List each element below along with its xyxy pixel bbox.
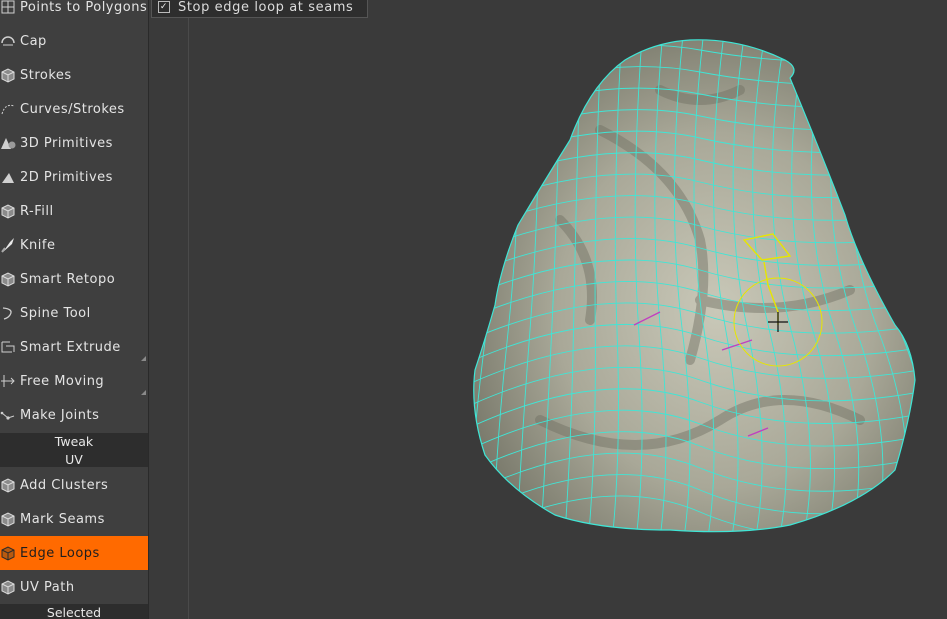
tool-mark-seams[interactable]: Mark Seams [0, 502, 148, 536]
tool-make-joints[interactable]: Make Joints [0, 398, 148, 432]
cube-grid-icon [0, 271, 16, 287]
tool-smart-retopo[interactable]: Smart Retopo [0, 262, 148, 296]
tool-label: Points to Polygons [20, 0, 148, 15]
tool-label: Edge Loops [20, 545, 100, 561]
tool-label: 2D Primitives [20, 169, 113, 185]
move-arrows-icon [0, 373, 16, 389]
tool-label: 3D Primitives [20, 135, 113, 151]
tool-free-moving[interactable]: Free Moving [0, 364, 148, 398]
tool-label: Knife [20, 237, 56, 253]
tool-uv-path[interactable]: UV Path [0, 570, 148, 604]
cube-grid-icon [0, 579, 16, 595]
tool-label: Add Clusters [20, 477, 109, 493]
tool-r-fill[interactable]: R-Fill [0, 194, 148, 228]
tool-strokes[interactable]: Strokes [0, 58, 148, 92]
tool-label: Smart Extrude [20, 339, 121, 355]
tool-label: Cap [20, 33, 47, 49]
tool-label: Curves/Strokes [20, 101, 125, 117]
primitives-2d-icon [0, 169, 16, 185]
tool-edge-loops[interactable]: Edge Loops [0, 536, 148, 570]
section-tweak-label: Tweak [54, 434, 94, 449]
tool-curves-strokes[interactable]: Curves/Strokes [0, 92, 148, 126]
section-selected-label: Selected [46, 605, 102, 619]
extrude-icon [0, 339, 16, 355]
polygon-grid-icon [0, 0, 16, 15]
tool-points-to-polygons[interactable]: Points to Polygons [0, 0, 148, 24]
cap-icon [0, 33, 16, 49]
knife-icon [0, 237, 16, 253]
tool-label: Strokes [20, 67, 72, 83]
mesh-object [473, 39, 916, 533]
viewport-3d[interactable] [149, 0, 947, 619]
tool-label: R-Fill [20, 203, 54, 219]
section-header-selected: Selected [0, 604, 148, 619]
section-header-tweak-uv: Tweak UV [0, 433, 148, 467]
tool-label: Mark Seams [20, 511, 105, 527]
section-uv-label: UV [65, 452, 83, 467]
tool-label: Free Moving [20, 373, 105, 389]
tool-3d-primitives[interactable]: 3D Primitives [0, 126, 148, 160]
tool-label: Spine Tool [20, 305, 91, 321]
tool-2d-primitives[interactable]: 2D Primitives [0, 160, 148, 194]
tool-label: UV Path [20, 579, 75, 595]
tool-spine-tool[interactable]: Spine Tool [0, 296, 148, 330]
cube-grid-icon [0, 67, 16, 83]
tool-cap[interactable]: Cap [0, 24, 148, 58]
tool-knife[interactable]: Knife [0, 228, 148, 262]
submenu-corner-icon [141, 356, 146, 361]
tool-label: Smart Retopo [20, 271, 116, 287]
cube-grid-icon [0, 545, 16, 561]
joints-icon [0, 407, 16, 423]
submenu-corner-icon [141, 390, 146, 395]
tool-add-clusters[interactable]: Add Clusters [0, 468, 148, 502]
cube-grid-icon [0, 477, 16, 493]
cube-grid-icon [0, 203, 16, 219]
tool-smart-extrude[interactable]: Smart Extrude [0, 330, 148, 364]
curve-dots-icon [0, 101, 16, 117]
spine-icon [0, 305, 16, 321]
tool-sidebar: Points to Polygons Cap Strokes Curves/St… [0, 0, 149, 619]
tool-label: Make Joints [20, 407, 100, 423]
cube-grid-icon [0, 511, 16, 527]
primitives-3d-icon [0, 135, 16, 151]
